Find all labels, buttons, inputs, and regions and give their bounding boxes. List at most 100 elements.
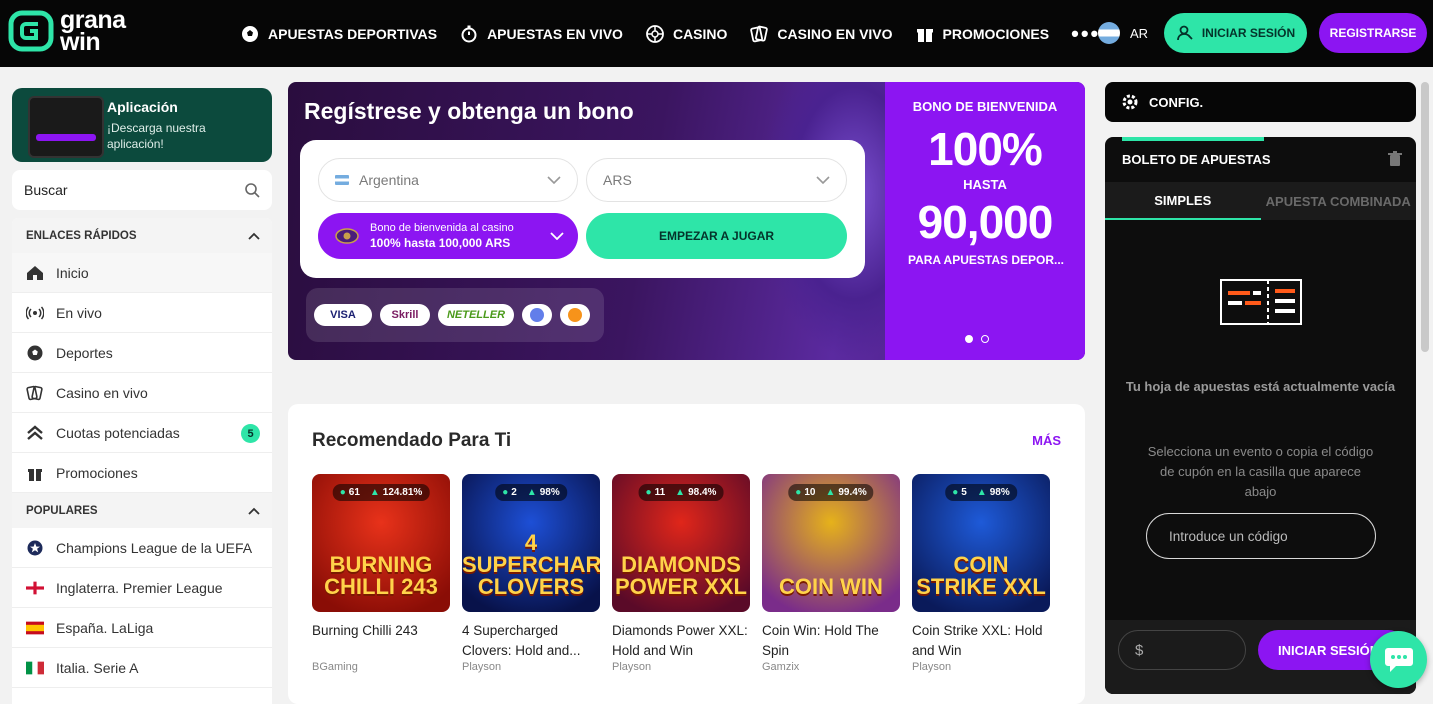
game-stats: ● 2 ▲ 98% [495,484,567,501]
nav-label: CASINO [672,25,728,42]
game-card[interactable]: ● 61 ▲ 124.81% BURNING CHILLI 243 Burning Chi… [312,474,450,673]
site-logo[interactable]: grana win [8,8,126,56]
count-badge: 5 [241,424,260,443]
nav-label: APUESTAS DEPORTIVAS [268,25,438,42]
trash-icon[interactable] [1388,151,1402,167]
promo-upto: HASTA [963,177,1007,192]
logo-text-line2: win [60,28,101,56]
game-card[interactable]: ● 5 ▲ 98% COIN STRIKE XXL Coin Strike XXL: Ho… [912,474,1050,673]
game-thumbnail[interactable]: ● 5 ▲ 98% COIN STRIKE XXL [912,474,1050,612]
nav-label: PROMOCIONES [942,25,1050,42]
players-icon: ● [952,487,959,498]
player-count: 11 [654,487,666,498]
stake-amount-input[interactable]: $ [1118,630,1246,670]
sidebar-item-deportes[interactable]: Deportes [12,333,272,373]
sidebar-item-cuotas-potenciadas[interactable]: Cuotas potenciadas 5 [12,413,272,453]
game-art-logo: DIAMONDS POWER XXL [614,552,747,599]
popular-header[interactable]: POPULARES [12,493,272,528]
game-thumbnail[interactable]: ●2 ▲98% 4 SUPERCHARGED CLOVERS [462,474,600,612]
welcome-bonus-panel[interactable]: BONO DE BIENVENIDA 100% HASTA 90,000 PAR… [885,82,1085,360]
sidebar-item-promociones[interactable]: Promociones [12,453,272,493]
bitcoin-icon [560,304,590,326]
game-provider: Playson [912,661,952,673]
rtp-icon: ▲ [675,487,686,498]
sidebar-item-label: Cuotas potenciadas [56,424,180,441]
chevron-up-icon [248,507,260,515]
language-selector[interactable]: AR [1098,22,1148,44]
game-name[interactable]: Coin Strike XXL: Hold and Win [912,621,1050,661]
sidebar-item-casino-en-vivo[interactable]: Casino en vivo [12,373,272,413]
empty-slip-desc: Selecciona un evento o copia el código d… [1147,444,1374,499]
chat-icon [1384,647,1413,672]
rtp-icon: ▲ [526,487,537,498]
sidebar-item-en-vivo[interactable]: En vivo [12,293,272,333]
broadcast-icon [26,306,44,319]
coupon-code-input[interactable]: Introduce un código [1146,513,1376,559]
game-provider: Playson [462,661,502,673]
welcome-banner: Regístrese y obtenga un bono Argentina A… [288,82,1085,360]
carousel-dot[interactable] [965,335,973,343]
scrollbar[interactable] [1421,82,1429,352]
sidebar-item-premier-league[interactable]: Inglaterra. Premier League [12,568,272,608]
game-name[interactable]: Coin Win: Hold The Spin [762,621,900,661]
empty-slip-title: Tu hoja de apuestas está actualmente vac… [1125,379,1396,394]
quick-signup-form: Argentina ARS Bono de bienvenida al casi… [300,140,865,278]
game-thumbnail[interactable]: ● 10 ▲ 99.4% COIN WIN [762,474,900,612]
app-download-card[interactable]: Aplicación ¡Descarga nuestra aplicación! [12,88,272,162]
eye-bonus-icon [335,228,359,244]
chat-button[interactable] [1370,631,1427,688]
currency-select[interactable]: ARS [586,158,847,202]
players-icon: ● [339,487,346,498]
nav-casino[interactable]: CASINO [645,24,727,44]
promo-amount: 90,000 [917,196,1054,248]
players-icon: ● [502,487,509,498]
game-art-logo: COIN WIN [779,574,883,599]
game-name[interactable]: Diamonds Power XXL: Hold and Win [612,621,750,661]
soccer-ball-icon [27,345,43,360]
nav-label: CASINO EN VIVO [777,25,893,42]
quick-links-header[interactable]: ENLACES RÁPIDOS [12,218,272,253]
config-button[interactable]: CONFIG. [1105,82,1416,122]
game-card[interactable]: ●2 ▲98% 4 SUPERCHARGED CLOVERS 4 Supercharg… [462,474,600,673]
more-menu-icon[interactable]: ••• [1071,21,1100,47]
sidebar-item-inicio[interactable]: Inicio [12,253,272,293]
sidebar-item-laliga[interactable]: España. LaLiga [12,608,272,648]
bonus-select[interactable]: Bono de bienvenida al casino 100% hasta … [318,213,578,259]
start-playing-button[interactable]: EMPEZAR A JUGAR [586,213,847,259]
sidebar-item-serie-a[interactable]: Italia. Serie A [12,648,272,688]
cards-icon [750,25,769,42]
banner-title: Regístrese y obtenga un bono [304,98,634,124]
gift-icon [916,28,933,42]
skrill-logo: Skrill [380,304,430,326]
tab-simples[interactable]: SIMPLES [1105,182,1261,220]
game-name[interactable]: 4 Supercharged Clovers: Hold and... [462,621,600,661]
login-button[interactable]: INICIAR SESIÓN [1164,13,1307,53]
bet-slip: BOLETO DE APUESTAS SIMPLES APUESTA COMBI… [1105,137,1416,694]
granawin-logo-icon [8,10,54,52]
nav-apuestas-en-vivo[interactable]: APUESTAS EN VIVO [459,24,623,44]
search-input[interactable]: Buscar [12,170,272,210]
nav-promociones[interactable]: PROMOCIONES [915,24,1050,44]
game-thumbnail[interactable]: ● 61 ▲ 124.81% BURNING CHILLI 243 [312,474,450,612]
sidebar-item-champions-league[interactable]: Champions League de la UEFA [12,528,272,568]
recommended-section: Recomendado Para Ti MÁS ● 61 ▲ 124.81% BURNI… [288,404,1085,704]
country-value: Argentina [359,172,419,188]
game-stats: ● 61 ▲ 124.81% [332,484,430,501]
more-link[interactable]: MÁS [1032,433,1061,448]
game-name[interactable]: Burning Chilli 243 [312,621,450,661]
player-count: 2 [511,487,517,498]
currency-value: ARS [603,172,632,188]
country-select[interactable]: Argentina [318,158,578,202]
game-stats: ● 5 ▲ 98% [945,484,1017,501]
game-card[interactable]: ● 10 ▲ 99.4% COIN WIN Coin Win: Hold The Spin… [762,474,900,673]
tab-apuesta-combinada[interactable]: APUESTA COMBINADA [1261,182,1417,220]
search-icon [245,183,260,198]
carousel-dot[interactable] [981,335,989,343]
register-button[interactable]: REGISTRARSE [1319,13,1427,53]
game-card[interactable]: ● 11 ▲ 98.4% DIAMONDS POWER XXL Diamonds Powe… [612,474,750,673]
nav-apuestas-deportivas[interactable]: APUESTAS DEPORTIVAS [240,24,437,44]
argentina-flag-icon [1098,22,1120,44]
popular-title: POPULARES [26,504,98,517]
game-thumbnail[interactable]: ● 11 ▲ 98.4% DIAMONDS POWER XXL [612,474,750,612]
nav-casino-en-vivo[interactable]: CASINO EN VIVO [749,24,893,44]
